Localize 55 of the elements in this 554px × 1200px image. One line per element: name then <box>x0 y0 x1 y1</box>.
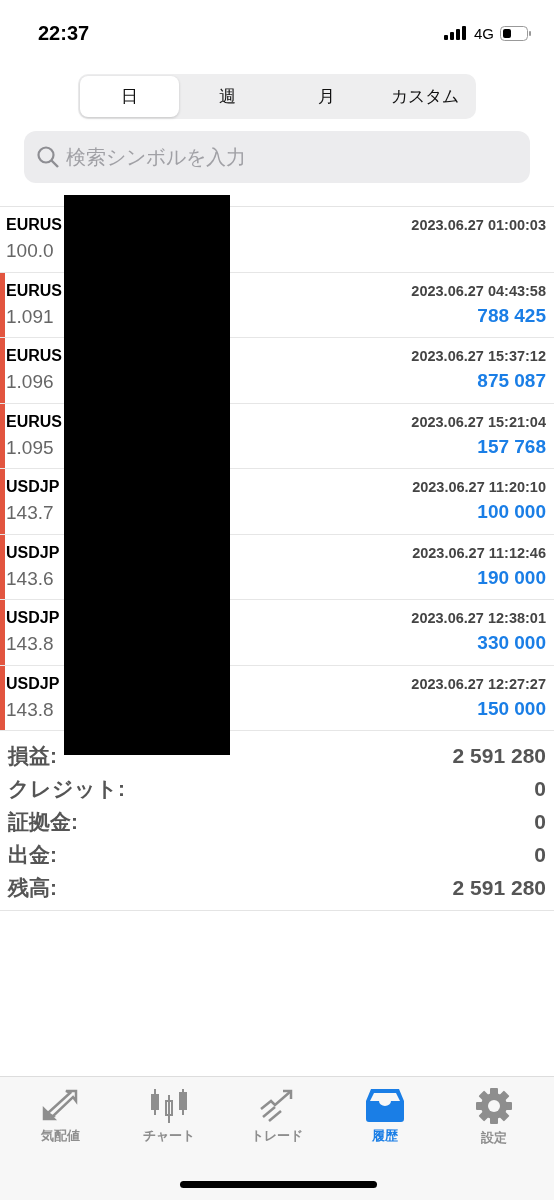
deal-price: 143.8 <box>6 698 54 721</box>
candlestick-icon <box>148 1087 189 1123</box>
deal-symbol: USDJP <box>6 543 60 562</box>
deal-symbol: USDJP <box>6 674 60 693</box>
deal-symbol: EURUS <box>6 281 62 300</box>
period-tab[interactable]: 週 <box>178 76 277 117</box>
deal-price: 1.095 <box>6 436 54 459</box>
deal-price: 1.091 <box>6 305 54 328</box>
deal-price: 1.096 <box>6 371 54 394</box>
search-icon <box>36 145 60 169</box>
search-field[interactable]: 検索シンボルを入力 <box>24 131 530 183</box>
deal-profit: 875 087 <box>477 370 546 393</box>
deal-symbol: EURUS <box>6 216 62 235</box>
deal-time: 2023.06.27 15:37:12 <box>411 348 546 365</box>
deal-time: 2023.06.27 15:21:04 <box>411 413 546 430</box>
summary-label: 出金: <box>8 841 57 868</box>
summary-label: 損益: <box>8 742 57 769</box>
summary-value: 2 591 280 <box>452 743 546 768</box>
period-tab[interactable]: 月 <box>277 76 376 117</box>
deal-profit: 190 000 <box>477 566 546 589</box>
deal-time: 2023.06.27 11:20:10 <box>412 479 546 496</box>
deal-time: 2023.06.27 12:27:27 <box>411 675 546 692</box>
deal-time: 2023.06.27 04:43:58 <box>411 282 546 299</box>
summary-value: 2 591 280 <box>452 875 546 900</box>
summary-label: 残高: <box>8 874 57 901</box>
summary-label: クレジット: <box>8 775 125 802</box>
battery-icon <box>500 25 532 41</box>
inbox-tray-icon <box>365 1087 406 1123</box>
deal-profit: 788 425 <box>477 304 546 327</box>
period-tab[interactable]: 日 <box>80 76 179 117</box>
deal-symbol: USDJP <box>6 609 60 628</box>
deal-price: 100.0 <box>6 240 54 263</box>
summary-value: 0 <box>534 809 546 834</box>
period-tab[interactable]: カスタム <box>375 76 474 117</box>
deal-symbol: USDJP <box>6 478 60 497</box>
summary-value: 0 <box>534 776 546 801</box>
deal-time: 2023.06.27 01:00:03 <box>411 217 546 234</box>
deal-profit: 330 000 <box>477 632 546 655</box>
deal-symbol: EURUS <box>6 412 62 431</box>
deal-price: 143.7 <box>6 502 54 525</box>
network-label: 4G <box>474 24 494 42</box>
deal-price: 143.6 <box>6 567 54 590</box>
deal-time: 2023.06.27 11:12:46 <box>412 544 546 561</box>
status-time: 22:37 <box>38 21 90 45</box>
summary-label: 証拠金: <box>8 808 78 835</box>
summary-value: 0 <box>534 842 546 867</box>
deal-price: 143.8 <box>6 633 54 656</box>
deal-symbol: EURUS <box>6 347 62 366</box>
deal-profit: 157 768 <box>477 435 546 458</box>
deal-time: 2023.06.27 12:38:01 <box>411 610 546 627</box>
deal-profit: 100 000 <box>477 501 546 524</box>
signal-icon <box>444 26 468 40</box>
tab-bar-item[interactable]: 履歴 <box>340 1087 431 1153</box>
settings-icon <box>474 1087 513 1125</box>
deal-profit: 150 000 <box>477 697 546 720</box>
